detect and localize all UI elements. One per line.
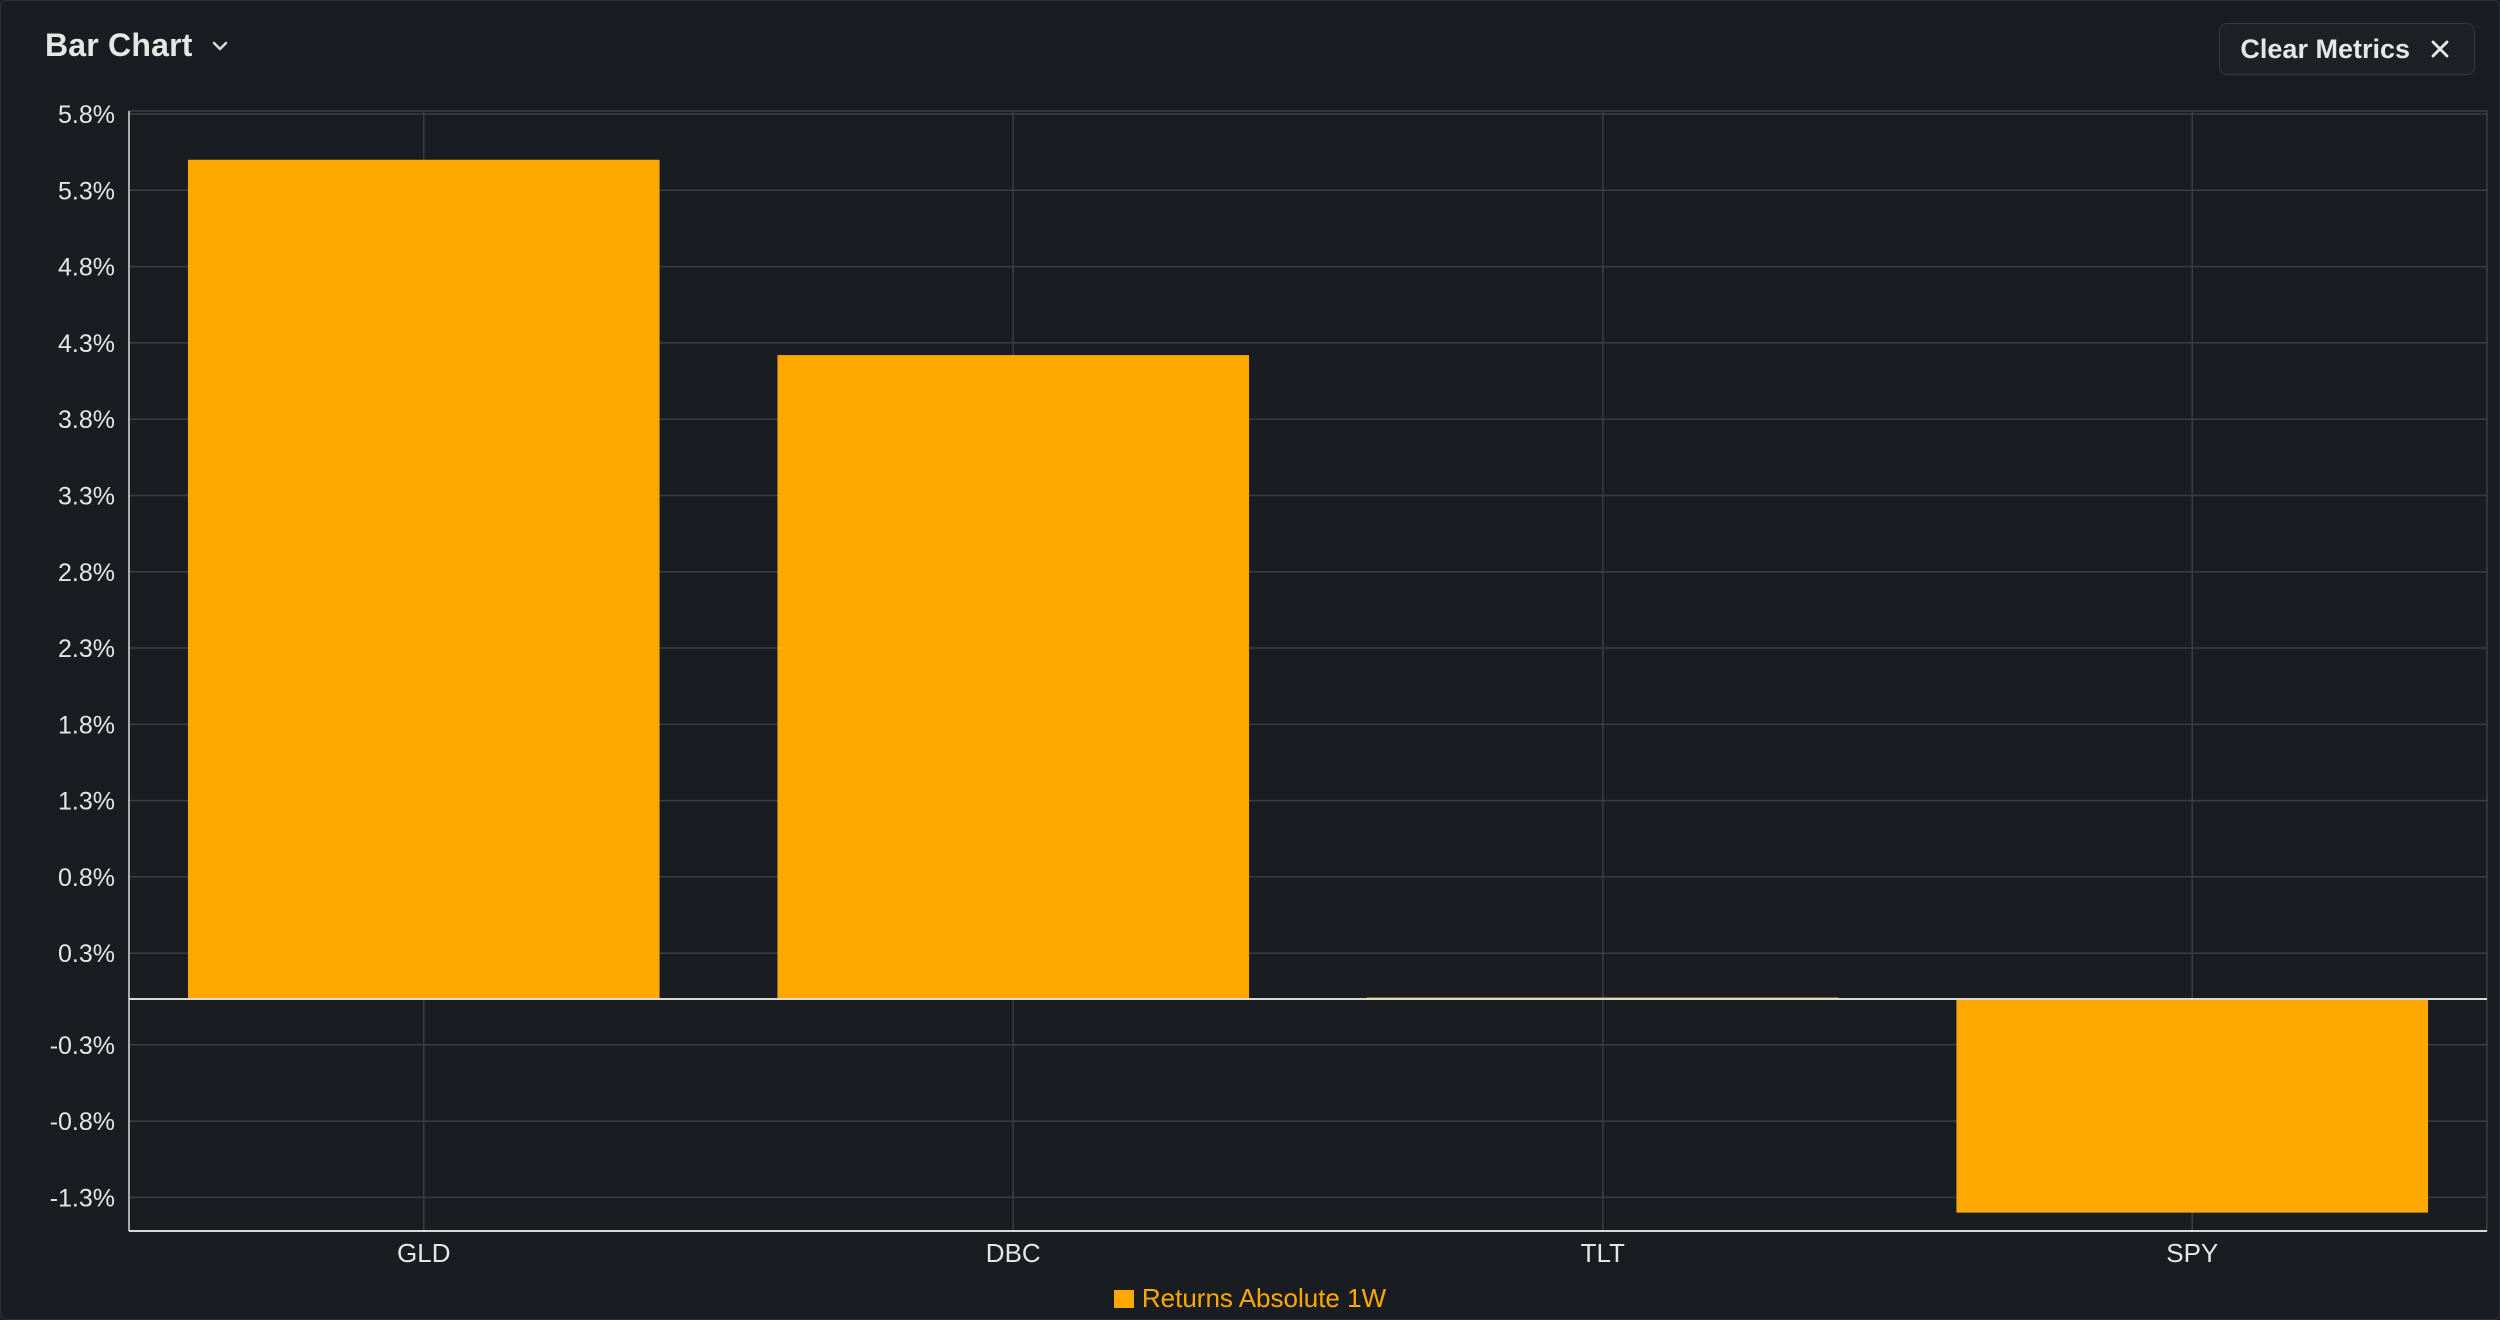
x-tick-label: DBC	[986, 1238, 1041, 1268]
y-tick-label: 4.3%	[58, 330, 115, 358]
y-tick-label: -0.8%	[50, 1108, 115, 1136]
x-tick-label: GLD	[397, 1238, 450, 1268]
y-tick-label: 1.3%	[58, 788, 115, 816]
y-tick-label: 1.8%	[58, 711, 115, 739]
y-tick-label: -0.3%	[50, 1032, 115, 1060]
y-tick-label: 5.3%	[58, 177, 115, 205]
legend-label: Returns Absolute 1W	[1141, 1283, 1387, 1313]
y-tick-label: 2.3%	[58, 635, 115, 663]
bar-spy	[1956, 999, 2429, 1213]
bar-chart: 5.8% 5.3% 4.8% 4.3% 3.8% 3.3% 2.8% 2.3% 1.8% 1.3%…	[50, 101, 2488, 1268]
y-tick-label: 3.3%	[58, 482, 115, 510]
y-tick-label: 3.8%	[58, 406, 115, 434]
bar-gld	[187, 159, 660, 999]
y-tick-label: 4.8%	[58, 254, 115, 282]
legend-swatch	[1113, 1289, 1134, 1308]
y-tick-label: 5.8%	[58, 101, 115, 129]
y-tick-label: 0.8%	[58, 864, 115, 892]
x-tick-label: SPY	[2166, 1238, 2218, 1268]
chart-panel: Bar Chart Clear Metrics 5.8% 5.3% 4.8% 4.3%…	[0, 0, 2500, 1320]
y-tick-label: -1.3%	[50, 1184, 115, 1212]
y-tick-label: 2.8%	[58, 559, 115, 587]
x-tick-label: TLT	[1581, 1238, 1625, 1268]
bar-dbc	[777, 355, 1250, 1000]
y-tick-label: 0.3%	[58, 940, 115, 968]
legend[interactable]: Returns Absolute 1W	[1, 1283, 2499, 1314]
